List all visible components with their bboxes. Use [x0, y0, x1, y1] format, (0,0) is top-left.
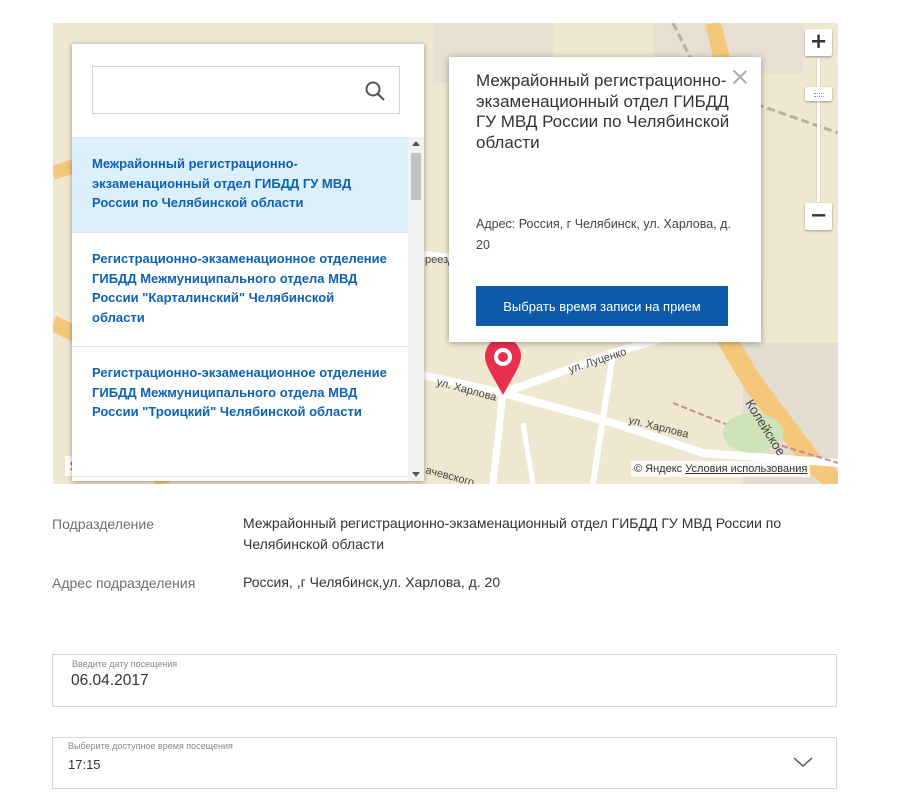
- visit-time-value: 17:15: [68, 757, 101, 772]
- map-copyright: © Яндекс Условия использования: [631, 461, 811, 477]
- yandex-map[interactable]: ул. Харлова ул. Харлова ул. Луценко Коле…: [53, 23, 838, 484]
- copyright-text: © Яндекс: [634, 463, 683, 475]
- visit-date-value[interactable]: 06.04.2017: [71, 672, 149, 690]
- address-value: Россия, ,г Челябинск,ул. Харлова, д. 20: [243, 574, 501, 590]
- terms-of-use-link[interactable]: Условия использования: [685, 463, 807, 475]
- visit-date-caption: Введите дату посещения: [72, 659, 178, 669]
- results-list: Межрайонный регистрационно-экзаменационн…: [72, 137, 408, 481]
- search-icon[interactable]: [364, 80, 386, 102]
- result-item[interactable]: Межрайонный регистрационно-экзаменационн…: [72, 138, 408, 233]
- result-item[interactable]: Регистрационно-экзаменационное отделение…: [72, 233, 408, 347]
- visit-date-field[interactable]: Введите дату посещения 06.04.2017: [52, 654, 837, 707]
- search-box: [92, 66, 400, 114]
- division-value: Межрайонный регистрационно-экзаменационн…: [243, 515, 782, 552]
- balloon-title: Межрайонный регистрационно-экзаменационн…: [476, 71, 730, 152]
- choose-time-button[interactable]: Выбрать время записи на прием: [476, 286, 728, 326]
- results-scrollbar[interactable]: [408, 137, 424, 481]
- info-balloon: Межрайонный регистрационно-экзаменационн…: [449, 57, 761, 342]
- zoom-slider-handle[interactable]: [805, 87, 832, 101]
- chevron-down-icon[interactable]: [793, 755, 813, 769]
- visit-time-caption: Выберите доступное время посещения: [68, 741, 233, 751]
- zoom-out-button[interactable]: −: [805, 203, 832, 230]
- address-label: Адрес подразделения: [52, 575, 196, 591]
- balloon-address: Адрес: Россия, г Челябинск, ул. Харлова,…: [476, 217, 731, 252]
- scroll-up-arrow-icon[interactable]: [412, 141, 420, 146]
- result-item[interactable]: Регистрационно-экзаменационное отделение…: [72, 347, 408, 477]
- division-label: Подразделение: [52, 516, 155, 532]
- zoom-slider-track[interactable]: [817, 58, 820, 202]
- visit-time-select[interactable]: Выберите доступное время посещения 17:15: [52, 737, 837, 789]
- scroll-thumb[interactable]: [411, 153, 421, 200]
- search-input[interactable]: [99, 73, 363, 109]
- zoom-in-button[interactable]: +: [805, 29, 832, 56]
- search-panel: Межрайонный регистрационно-экзаменационн…: [72, 44, 424, 481]
- scroll-down-arrow-icon[interactable]: [412, 472, 420, 477]
- close-icon[interactable]: [733, 70, 747, 84]
